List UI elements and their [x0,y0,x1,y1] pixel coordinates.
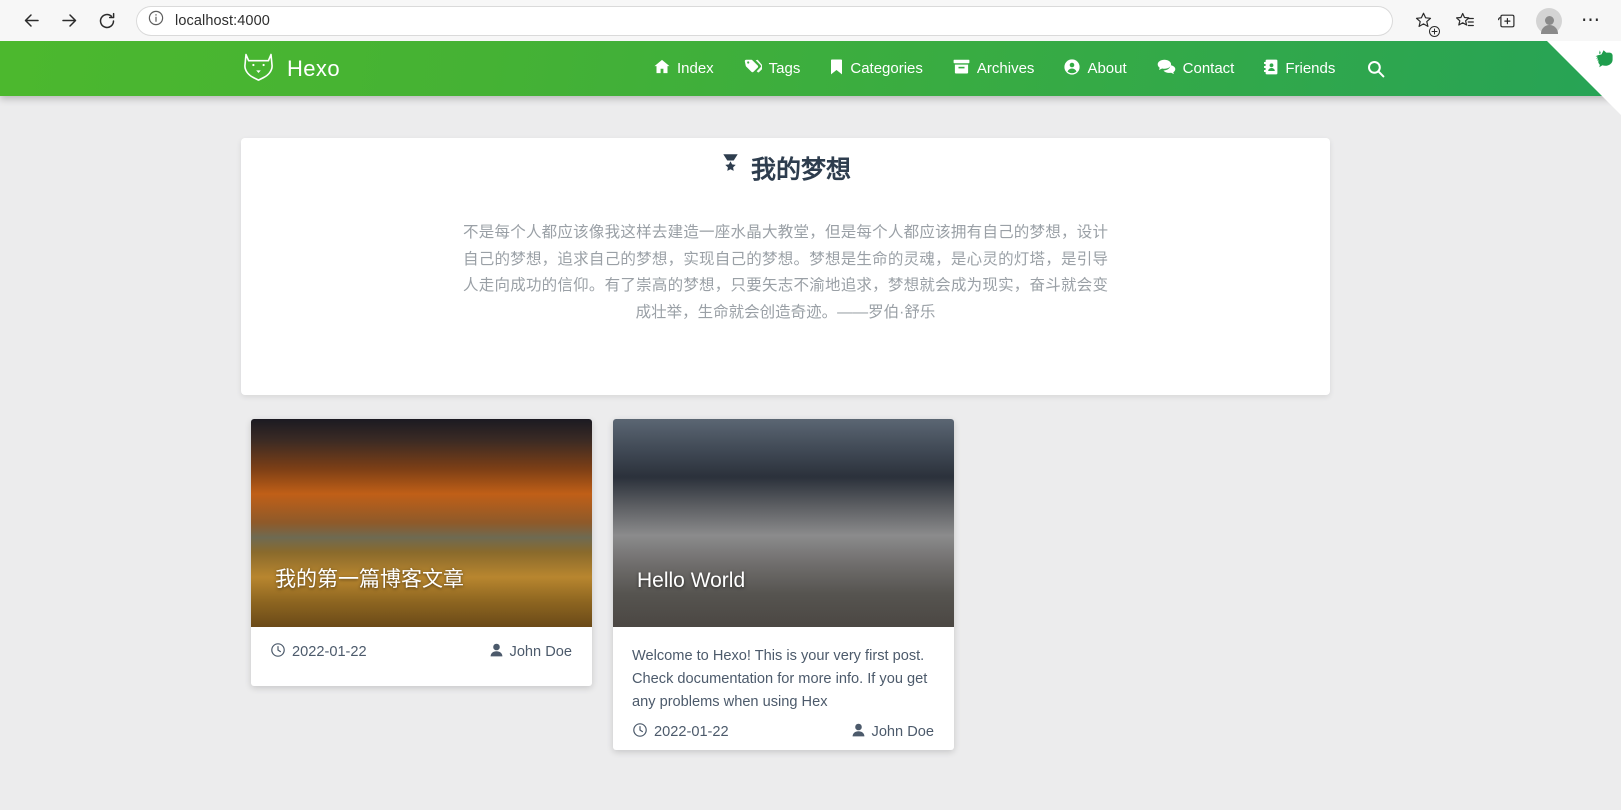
nav-item-label: Categories [850,60,923,77]
favorites-list-icon[interactable] [1449,5,1481,37]
quote-card-title: 我的梦想 [750,156,851,184]
post-cover-image: 我的第一篇博客文章 [251,419,592,627]
home-icon [654,59,670,78]
site-brand[interactable]: Hexo [243,52,340,86]
nav-item-index[interactable]: Index [654,59,714,78]
dream-quote-card: 我的梦想 不是每个人都应该像我这样去建造一座水晶大教堂，但是每个人都应该拥有自己… [241,138,1330,395]
award-medal-icon [720,153,741,184]
nav-item-label: Archives [976,60,1035,77]
fox-head-icon [243,52,274,86]
user-icon [852,723,865,741]
archive-box-icon [953,59,970,78]
page-body: 我的梦想 不是每个人都应该像我这样去建造一座水晶大教堂，但是每个人都应该拥有自己… [0,96,1621,810]
star-plus-icon[interactable] [1407,5,1440,37]
post-card-list: 我的第一篇博客文章 2022-01-22 John Doe Hello Worl… [251,419,954,750]
post-date: 2022-01-22 [633,723,729,741]
nav-item-label: About [1087,60,1127,77]
nav-links: Index Tags Categories Archives About Con… [654,58,1335,79]
profile-avatar[interactable] [1533,5,1565,37]
nav-item-categories[interactable]: Categories [830,59,923,79]
github-cat-corner-icon[interactable] [1547,41,1621,115]
nav-item-label: Index [676,60,714,77]
search-icon[interactable] [1367,60,1385,78]
post-excerpt: Welcome to Hexo! This is your very first… [632,648,928,710]
info-circle-icon[interactable] [148,10,164,31]
browser-chrome-actions: ⋯ [1407,5,1607,37]
nav-item-contact[interactable]: Contact [1157,59,1235,78]
quote-card-body: 不是每个人都应该像我这样去建造一座水晶大教堂，但是每个人都应该拥有自己的梦想，设… [463,224,1108,321]
nav-item-friends[interactable]: Friends [1264,59,1335,79]
brand-name: Hexo [287,55,340,81]
quote-card-title-row: 我的梦想 [241,150,1330,186]
site-navbar: Hexo Index Tags Categories Archives Abou… [0,41,1621,115]
address-book-icon [1264,59,1278,79]
post-card[interactable]: 我的第一篇博客文章 2022-01-22 John Doe [251,419,592,686]
user-icon [490,643,503,661]
post-date-text: 2022-01-22 [654,724,729,740]
post-meta: 2022-01-22 John Doe [613,714,954,750]
bookmark-icon [830,59,843,79]
nav-item-label: Tags [768,60,801,77]
comments-icon [1157,59,1176,78]
post-date: 2022-01-22 [271,643,367,661]
post-cover-image: Hello World [613,419,954,627]
nav-item-label: Friends [1285,60,1336,77]
ellipsis-icon[interactable]: ⋯ [1575,5,1607,37]
browser-reload-button[interactable] [90,4,124,38]
url-text[interactable]: localhost:4000 [175,13,270,29]
clock-icon [633,723,647,741]
browser-forward-button[interactable] [52,4,86,38]
post-author-text: John Doe [509,644,572,660]
post-meta: 2022-01-22 John Doe [251,627,592,679]
nav-item-about[interactable]: About [1064,58,1127,79]
browser-back-button[interactable] [14,4,48,38]
post-author: John Doe [852,723,934,741]
browser-toolbar: localhost:4000 ⋯ [0,0,1621,41]
nav-item-label: Contact [1182,60,1235,77]
address-bar[interactable]: localhost:4000 [136,5,1393,36]
post-card[interactable]: Hello World Welcome to Hexo! This is you… [613,419,954,750]
collections-icon[interactable] [1491,5,1523,37]
nav-item-tags[interactable]: Tags [744,59,801,78]
post-title: 我的第一篇博客文章 [275,568,464,591]
tags-icon [744,59,764,78]
clock-icon [271,643,285,661]
nav-item-archives[interactable]: Archives [953,59,1035,78]
user-circle-icon [1064,58,1081,79]
post-title: Hello World [637,569,746,592]
post-date-text: 2022-01-22 [292,644,367,660]
post-author: John Doe [490,643,572,661]
post-author-text: John Doe [871,724,934,740]
